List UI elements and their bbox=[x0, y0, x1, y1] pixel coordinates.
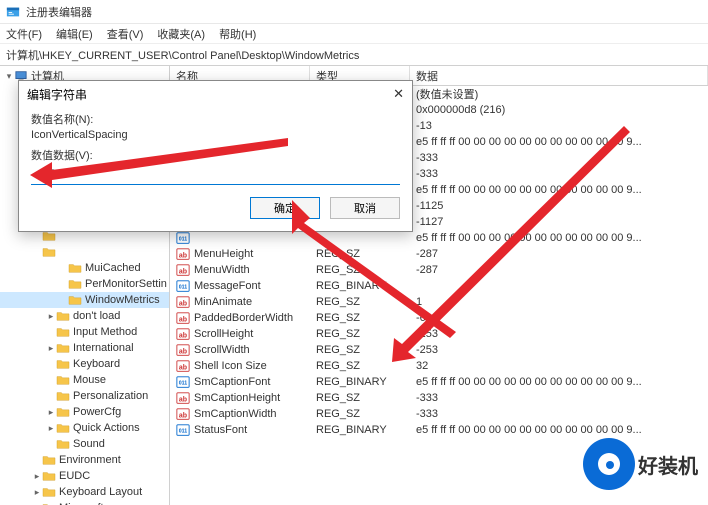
close-icon[interactable]: ✕ bbox=[393, 86, 404, 102]
tree-node[interactable]: Personalization bbox=[0, 388, 169, 404]
tree-node[interactable]: Sound bbox=[0, 436, 169, 452]
table-row[interactable]: abShell Icon SizeREG_SZ32 bbox=[170, 358, 708, 374]
svg-text:ab: ab bbox=[179, 397, 187, 404]
tree-node[interactable]: PerMonitorSettin bbox=[0, 276, 169, 292]
tree-node[interactable]: MuiCached bbox=[0, 260, 169, 276]
col-header-data[interactable]: 数据 bbox=[410, 66, 708, 85]
tree-node[interactable]: ▸PowerCfg bbox=[0, 404, 169, 420]
table-row[interactable]: 011e5 ff ff ff 00 00 00 00 00 00 00 00 0… bbox=[170, 230, 708, 246]
tree-node[interactable]: WindowMetrics bbox=[0, 292, 169, 308]
cancel-button[interactable]: 取消 bbox=[330, 197, 400, 219]
table-row[interactable]: 011MessageFontREG_BINARY bbox=[170, 278, 708, 294]
menu-favorites[interactable]: 收藏夹(A) bbox=[157, 26, 205, 42]
svg-text:ab: ab bbox=[179, 301, 187, 308]
menu-help[interactable]: 帮助(H) bbox=[219, 26, 256, 42]
edit-string-dialog: 编辑字符串 ✕ 数值名称(N): IconVerticalSpacing 数值数… bbox=[18, 80, 413, 232]
ok-button[interactable]: 确定 bbox=[250, 197, 320, 219]
svg-text:ab: ab bbox=[179, 317, 187, 324]
watermark-logo: 好装机 bbox=[586, 441, 698, 487]
svg-text:011: 011 bbox=[179, 285, 188, 291]
svg-text:ab: ab bbox=[179, 365, 187, 372]
tree-node[interactable]: Input Method bbox=[0, 324, 169, 340]
table-row[interactable]: abScrollWidthREG_SZ-253 bbox=[170, 342, 708, 358]
menubar: 文件(F) 编辑(E) 查看(V) 收藏夹(A) 帮助(H) bbox=[0, 24, 708, 44]
svg-text:011: 011 bbox=[179, 381, 188, 387]
tree-node[interactable]: ▸EUDC bbox=[0, 468, 169, 484]
svg-text:ab: ab bbox=[179, 269, 187, 276]
value-name: IconVerticalSpacing bbox=[31, 129, 400, 141]
svg-text:ab: ab bbox=[179, 349, 187, 356]
value-data-label: 数值数据(V): bbox=[31, 147, 400, 163]
logo-text: 好装机 bbox=[638, 450, 698, 479]
tree-node[interactable] bbox=[0, 244, 169, 260]
menu-view[interactable]: 查看(V) bbox=[107, 26, 144, 42]
tree-node[interactable]: ▸Keyboard Layout bbox=[0, 484, 169, 500]
address-path: 计算机\HKEY_CURRENT_USER\Control Panel\Desk… bbox=[6, 47, 359, 63]
window-titlebar: 注册表编辑器 bbox=[0, 0, 708, 24]
svg-text:ab: ab bbox=[179, 413, 187, 420]
table-row[interactable]: abMinAnimateREG_SZ1 bbox=[170, 294, 708, 310]
table-row[interactable]: abMenuHeightREG_SZ-287 bbox=[170, 246, 708, 262]
table-row[interactable]: abSmCaptionWidthREG_SZ-333 bbox=[170, 406, 708, 422]
table-row[interactable]: abScrollHeightREG_SZ-253 bbox=[170, 326, 708, 342]
svg-text:ab: ab bbox=[179, 253, 187, 260]
svg-text:011: 011 bbox=[179, 237, 188, 243]
table-row[interactable]: abSmCaptionHeightREG_SZ-333 bbox=[170, 390, 708, 406]
tree-node[interactable]: Environment bbox=[0, 452, 169, 468]
value-data-input[interactable] bbox=[31, 163, 400, 185]
menu-edit[interactable]: 编辑(E) bbox=[56, 26, 93, 42]
table-row[interactable]: abPaddedBorderWidthREG_SZ-60 bbox=[170, 310, 708, 326]
tree-node[interactable]: ▸International bbox=[0, 340, 169, 356]
table-row[interactable]: abMenuWidthREG_SZ-287 bbox=[170, 262, 708, 278]
value-name-label: 数值名称(N): bbox=[31, 111, 400, 127]
tree-node[interactable]: Mouse bbox=[0, 372, 169, 388]
tree-node[interactable]: ▸Quick Actions bbox=[0, 420, 169, 436]
logo-icon bbox=[586, 441, 632, 487]
tree-node[interactable]: ▸Microsoft bbox=[0, 500, 169, 505]
tree-node[interactable]: Keyboard bbox=[0, 356, 169, 372]
svg-text:011: 011 bbox=[179, 429, 188, 435]
dialog-title: 编辑字符串 bbox=[27, 86, 87, 103]
dialog-titlebar[interactable]: 编辑字符串 ✕ bbox=[19, 81, 412, 107]
table-row[interactable]: 011StatusFontREG_BINARYe5 ff ff ff 00 00… bbox=[170, 422, 708, 438]
menu-file[interactable]: 文件(F) bbox=[6, 26, 42, 42]
address-bar[interactable]: 计算机\HKEY_CURRENT_USER\Control Panel\Desk… bbox=[0, 44, 708, 66]
svg-text:ab: ab bbox=[179, 333, 187, 340]
window-title: 注册表编辑器 bbox=[26, 4, 92, 20]
regedit-icon bbox=[6, 5, 20, 19]
table-row[interactable]: 011SmCaptionFontREG_BINARYe5 ff ff ff 00… bbox=[170, 374, 708, 390]
tree-node[interactable]: ▸don't load bbox=[0, 308, 169, 324]
